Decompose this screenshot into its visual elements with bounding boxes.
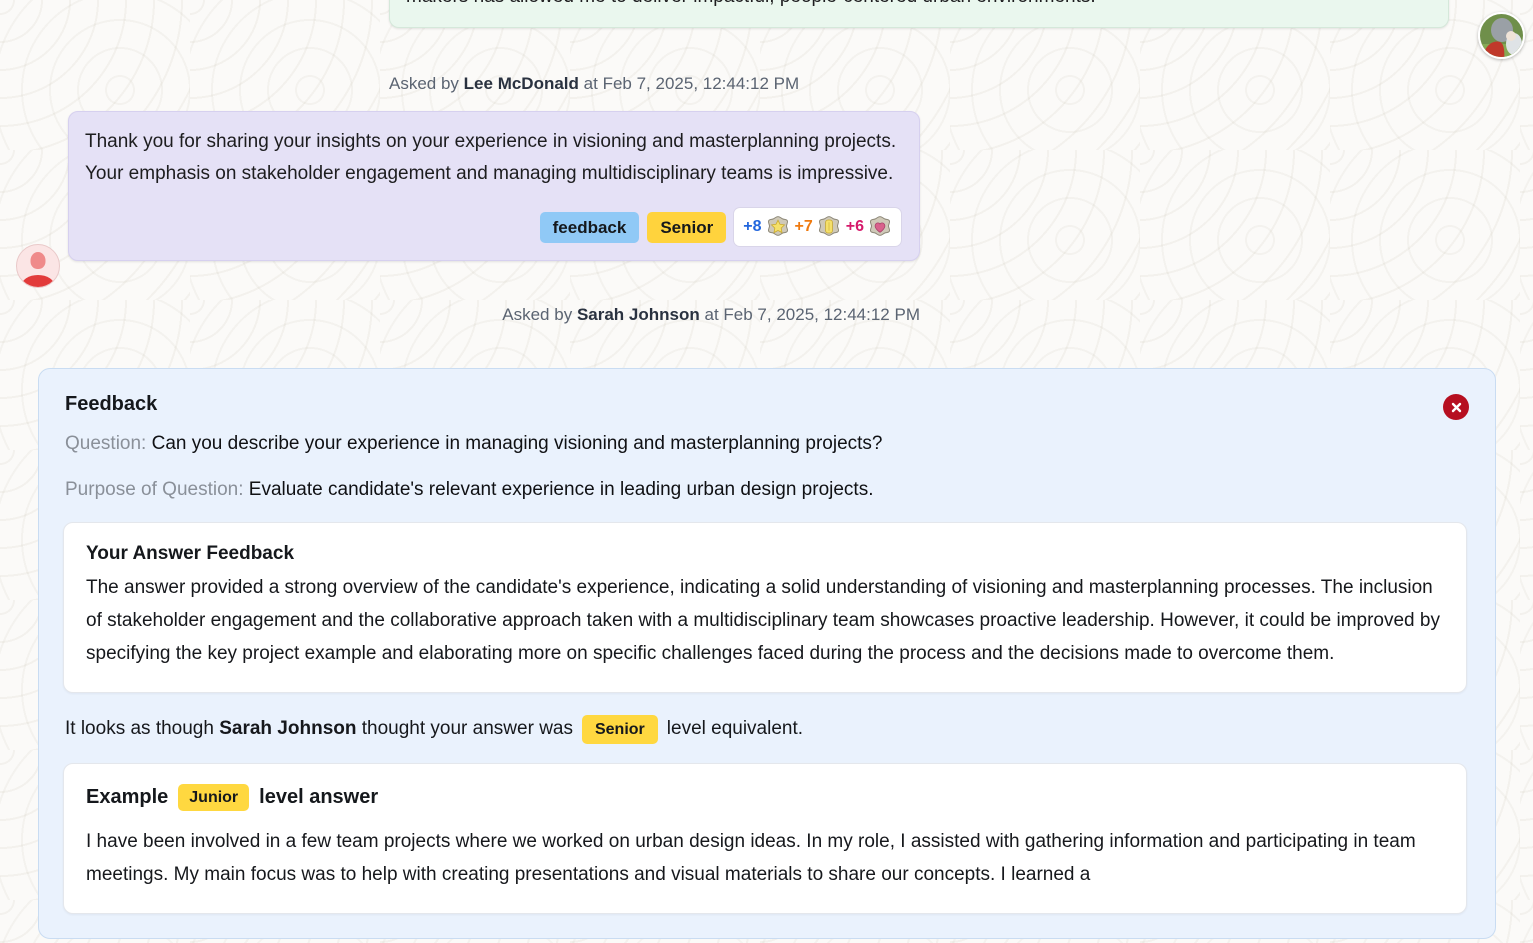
example-heading-suffix: level answer (259, 786, 379, 808)
verdict-prefix: It looks as though (65, 718, 214, 739)
verdict-suffix: level equivalent. (666, 718, 804, 739)
answer-feedback-card: Your Answer Feedback The answer provided… (63, 522, 1467, 693)
avatar-head-shape (30, 252, 46, 269)
verdict-level-badge[interactable]: Senior (581, 714, 658, 744)
verdict-middle: thought your answer was (361, 718, 573, 739)
answer-feedback-body: The answer provided a strong overview of… (86, 577, 1440, 664)
question-text: Can you describe your experience in mana… (151, 433, 883, 454)
meta-author: Lee McDonald (463, 74, 579, 93)
score-star-value: +8 (743, 218, 762, 235)
example-answer-body: I have been involved in a few team proje… (86, 831, 1416, 885)
meta-mid: at (704, 305, 719, 324)
purpose-text: Evaluate candidate's relevant experience… (248, 479, 874, 500)
message-bubble-candidate: Thank you for sharing your insights on y… (68, 111, 920, 261)
example-answer-heading: Example Junior level answer (86, 784, 1444, 811)
example-level-badge[interactable]: Junior (178, 784, 250, 811)
message-text-candidate: Thank you for sharing your insights on y… (85, 131, 897, 184)
purpose-label: Purpose of Question: (65, 479, 244, 500)
meta-prefix: Asked by (389, 74, 459, 93)
message-meta-candidate: Asked by Sarah Johnson at Feb 7, 2025, 1… (0, 305, 920, 325)
page-title: Feedback (65, 393, 158, 415)
score-heart[interactable]: +6 (846, 211, 892, 243)
star-medal-icon (766, 215, 790, 239)
score-box: +8 +7 +6 (734, 208, 901, 246)
example-heading-prefix: Example (86, 786, 169, 808)
score-heart-value: +6 (845, 218, 864, 235)
tag-feedback[interactable]: feedback (539, 211, 640, 243)
meta-mid: at (583, 74, 598, 93)
question-line: Question: Can you describe your experien… (65, 430, 1467, 458)
score-scroll[interactable]: +7 (795, 211, 841, 243)
verdict-line: It looks as though Sarah Johnson thought… (65, 713, 1467, 745)
message-bubble-interviewer: and implementable. My experience managin… (389, 0, 1449, 28)
chat-thread: and implementable. My experience managin… (0, 0, 1533, 324)
score-star[interactable]: +8 (743, 211, 789, 243)
score-scroll-value: +7 (794, 218, 813, 235)
answer-feedback-title: Your Answer Feedback (86, 543, 295, 564)
verdict-person: Sarah Johnson (219, 718, 357, 739)
tag-level-senior[interactable]: Senior (647, 211, 727, 243)
badge-strip: feedback Senior +8 +7 +6 (85, 208, 901, 246)
meta-timestamp: Feb 7, 2025, 12:44:12 PM (723, 305, 920, 324)
message-candidate: Thank you for sharing your insights on y… (68, 111, 920, 261)
meta-timestamp: Feb 7, 2025, 12:44:12 PM (602, 74, 800, 93)
heart-medal-icon (868, 215, 892, 239)
meta-prefix: Asked by (502, 305, 573, 324)
close-icon[interactable] (1443, 394, 1469, 420)
feedback-panel: Feedback Question: Can you describe your… (38, 368, 1496, 939)
avatar-interviewer-photo (1478, 12, 1525, 59)
message-interviewer: and implementable. My experience managin… (389, 0, 1449, 28)
message-meta-interviewer: Asked by Lee McDonald at Feb 7, 2025, 12… (0, 74, 1449, 94)
avatar-candidate-silhouette (16, 244, 60, 288)
scroll-medal-icon (817, 215, 841, 239)
question-label: Question: (65, 433, 147, 454)
avatar-body-shape (21, 275, 55, 287)
example-answer-card: Example Junior level answer I have been … (63, 763, 1467, 914)
purpose-line: Purpose of Question: Evaluate candidate'… (65, 476, 1467, 504)
meta-author: Sarah Johnson (576, 305, 700, 324)
